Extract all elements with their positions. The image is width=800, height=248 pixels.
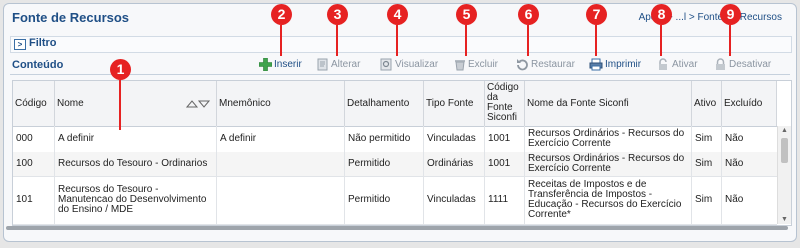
cell-excluido: Não — [725, 158, 744, 169]
data-table: Código Nome Mnemônico Detalhamento Tipo … — [12, 80, 792, 226]
cell-nome: Recursos do Tesouro - Manutencao do Dese… — [55, 176, 217, 224]
cell-ativo: Sim — [692, 176, 722, 224]
inserir-label: Inserir — [274, 59, 302, 70]
cell-nome-siconfi: Recursos Ordinários - Recursos do Exercí… — [525, 152, 692, 176]
filter-label[interactable]: Filtro — [29, 37, 57, 49]
column-header-nome-fonte-siconfi[interactable]: Nome da Fonte Siconfi — [525, 81, 692, 126]
ativar-label: Ativar — [672, 59, 698, 70]
cell-codigo-siconfi: 1111 — [485, 176, 525, 224]
column-header-codigo-fonte-siconfi[interactable]: Código da Fonte Siconfi — [485, 81, 525, 126]
column-header-tipo-fonte[interactable]: Tipo Fonte — [424, 81, 485, 126]
restaurar-button[interactable]: Restaurar — [516, 58, 575, 71]
imprimir-button[interactable]: Imprimir — [589, 58, 641, 71]
cell-codigo: 000 — [13, 126, 55, 152]
column-header-ativo[interactable]: Ativo — [692, 81, 722, 126]
page-title: Fonte de Recursos — [12, 10, 130, 25]
table-header: Código Nome Mnemônico Detalhamento Tipo … — [13, 81, 777, 127]
sort-icon[interactable] — [186, 100, 210, 108]
cell-detalhamento: Permitido — [345, 152, 424, 176]
column-header-nome[interactable]: Nome — [55, 81, 217, 126]
desativar-button[interactable]: Desativar — [714, 58, 771, 71]
inserir-button[interactable]: Inserir — [259, 58, 302, 71]
cell-mnemonico — [217, 152, 345, 176]
column-header-mnemonico[interactable]: Mnemônico — [217, 81, 345, 126]
plus-icon — [259, 58, 272, 71]
annotation-badge-5: 5 — [456, 4, 477, 25]
annotation-badge-9: 9 — [720, 4, 741, 25]
annotation-badge-7: 7 — [586, 4, 607, 25]
cell-ativo: Sim — [692, 152, 722, 176]
printer-icon — [589, 58, 603, 71]
column-header-detalhamento[interactable]: Detalhamento — [345, 81, 424, 126]
imprimir-label: Imprimir — [605, 59, 642, 70]
cell-mnemonico — [217, 176, 345, 224]
column-header-excluido[interactable]: Excluído — [722, 81, 777, 126]
fonte-recursos-panel: Fonte de Recursos Apoio > ...l > Fonte d… — [3, 3, 797, 242]
cell-excluido: Não — [725, 194, 744, 205]
alterar-label: Alterar — [331, 59, 361, 70]
content-label: Conteúdo — [12, 59, 64, 71]
cell-nome-siconfi: Receitas de Impostos e de Transferência … — [525, 176, 692, 224]
expand-filter-icon[interactable]: > — [14, 39, 26, 50]
annotation-badge-6: 6 — [518, 4, 539, 25]
horizontal-scrollbar[interactable] — [6, 226, 788, 230]
restore-icon — [517, 59, 528, 71]
cell-nome: Recursos do Tesouro - Ordinarios — [55, 152, 217, 176]
cell-nome-siconfi: Recursos Ordinários - Recursos do Exercí… — [525, 126, 692, 152]
cell-detalhamento: Permitido — [345, 176, 424, 224]
cell-tipo-fonte: Vinculadas — [424, 126, 485, 152]
unlock-icon — [659, 58, 667, 70]
cell-ativo: Sim — [692, 126, 722, 152]
scrollbar-thumb[interactable] — [781, 138, 788, 163]
view-icon — [380, 58, 392, 71]
alterar-button[interactable]: Alterar — [317, 58, 360, 71]
desativar-label: Desativar — [729, 59, 772, 70]
column-header-codigo[interactable]: Código — [13, 81, 55, 126]
annotation-badge-4: 4 — [387, 4, 408, 25]
cell-codigo-siconfi: 1001 — [485, 126, 525, 152]
annotation-badge-8: 8 — [651, 4, 672, 25]
cell-excluido: Não — [725, 133, 744, 144]
visualizar-button[interactable]: Visualizar — [380, 58, 438, 71]
excluir-button[interactable]: Excluir — [454, 58, 498, 71]
filter-section[interactable]: > Filtro — [10, 36, 792, 53]
cell-codigo: 101 — [13, 176, 55, 224]
lock-icon — [716, 58, 725, 70]
cell-codigo-siconfi: 1001 — [485, 152, 525, 176]
column-header-nome-label: Nome — [57, 97, 84, 109]
table-row[interactable]: 101 Recursos do Tesouro - Manutencao do … — [13, 176, 777, 225]
edit-document-icon — [317, 58, 328, 71]
scroll-up-icon[interactable]: ▲ — [781, 127, 788, 134]
table-row[interactable]: 100 Recursos do Tesouro - Ordinarios Per… — [13, 152, 777, 177]
vertical-scrollbar[interactable]: ▲ ▼ — [777, 126, 791, 224]
cell-mnemonico: A definir — [217, 126, 345, 152]
cell-detalhamento: Não permitido — [345, 126, 424, 152]
cell-codigo: 100 — [13, 152, 55, 176]
annotation-badge-2: 2 — [271, 4, 292, 25]
cell-tipo-fonte: Ordinárias — [424, 152, 485, 176]
ativar-button[interactable]: Ativar — [657, 58, 698, 71]
table-row[interactable]: 000 A definir A definir Não permitido Vi… — [13, 126, 777, 153]
restaurar-label: Restaurar — [531, 59, 575, 70]
cell-tipo-fonte: Vinculadas — [424, 176, 485, 224]
cell-nome: A definir — [55, 126, 217, 152]
annotation-badge-3: 3 — [327, 4, 348, 25]
visualizar-label: Visualizar — [395, 59, 439, 70]
excluir-label: Excluir — [468, 59, 499, 70]
scroll-down-icon[interactable]: ▼ — [781, 216, 788, 223]
trash-icon — [455, 60, 465, 71]
annotation-badge-1: 1 — [110, 59, 131, 80]
